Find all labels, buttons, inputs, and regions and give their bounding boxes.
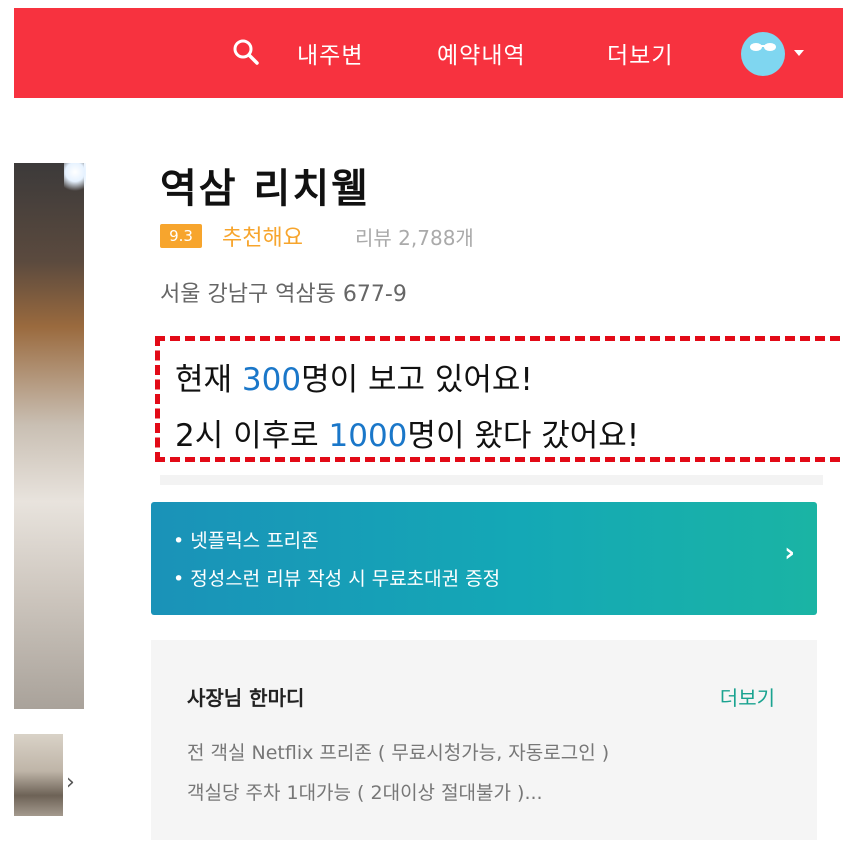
owner-message-line: 전 객실 Netflix 프리존 ( 무료시청가능, 자동로그인 ) xyxy=(187,742,610,764)
score-badge: 9.3 xyxy=(160,224,202,248)
nav-bookings[interactable]: 예약내역 xyxy=(437,8,526,98)
owner-message-more-link[interactable]: 더보기 xyxy=(720,682,775,711)
review-summary[interactable]: 리뷰 2,788개 xyxy=(355,222,474,251)
chevron-right-icon[interactable]: › xyxy=(66,770,75,795)
recommend-label: 추천해요 xyxy=(222,226,303,251)
avatar-sunglasses-icon xyxy=(750,43,776,51)
visitor-count-line: 2시 이후로 1000명이 왔다 갔어요! xyxy=(175,418,640,454)
owner-message-card: 사장님 한마디 더보기 전 객실 Netflix 프리존 ( 무료시청가능, 자… xyxy=(151,640,817,840)
review-label: 리뷰 xyxy=(355,226,392,250)
chevron-right-icon[interactable]: › xyxy=(784,538,795,568)
nav-nearby[interactable]: 내주변 xyxy=(297,8,363,98)
promo-item: • 정성스런 리뷰 작성 시 무료초대권 증정 xyxy=(173,568,501,590)
chevron-down-icon[interactable] xyxy=(794,50,804,56)
owner-message-title: 사장님 한마디 xyxy=(187,686,305,710)
hotel-address: 서울 강남구 역삼동 677-9 xyxy=(160,282,407,307)
visitor-count: 1000 xyxy=(328,418,408,454)
hotel-thumbnail-photo[interactable] xyxy=(14,734,63,816)
viewer-count: 300 xyxy=(241,362,302,398)
top-navigation-bar: 내주변 예약내역 더보기 xyxy=(14,8,843,98)
promo-item: • 넷플릭스 프리존 xyxy=(173,530,319,552)
hotel-name: 역삼 리치웰 xyxy=(160,166,370,212)
lamp-highlight xyxy=(64,163,86,193)
owner-message-line: 객실당 주차 1대가능 ( 2대이상 절대불가 )... xyxy=(187,782,543,804)
divider xyxy=(160,475,823,485)
review-count: 2,788개 xyxy=(398,226,474,250)
promo-banner[interactable]: • 넷플릭스 프리존 • 정성스런 리뷰 작성 시 무료초대권 증정 › xyxy=(151,502,817,615)
search-icon[interactable] xyxy=(230,36,262,68)
hotel-main-photo[interactable] xyxy=(14,163,86,709)
nav-more[interactable]: 더보기 xyxy=(607,8,673,98)
viewer-count-line: 현재 300명이 보고 있어요! xyxy=(175,362,533,398)
avatar[interactable] xyxy=(741,32,785,76)
